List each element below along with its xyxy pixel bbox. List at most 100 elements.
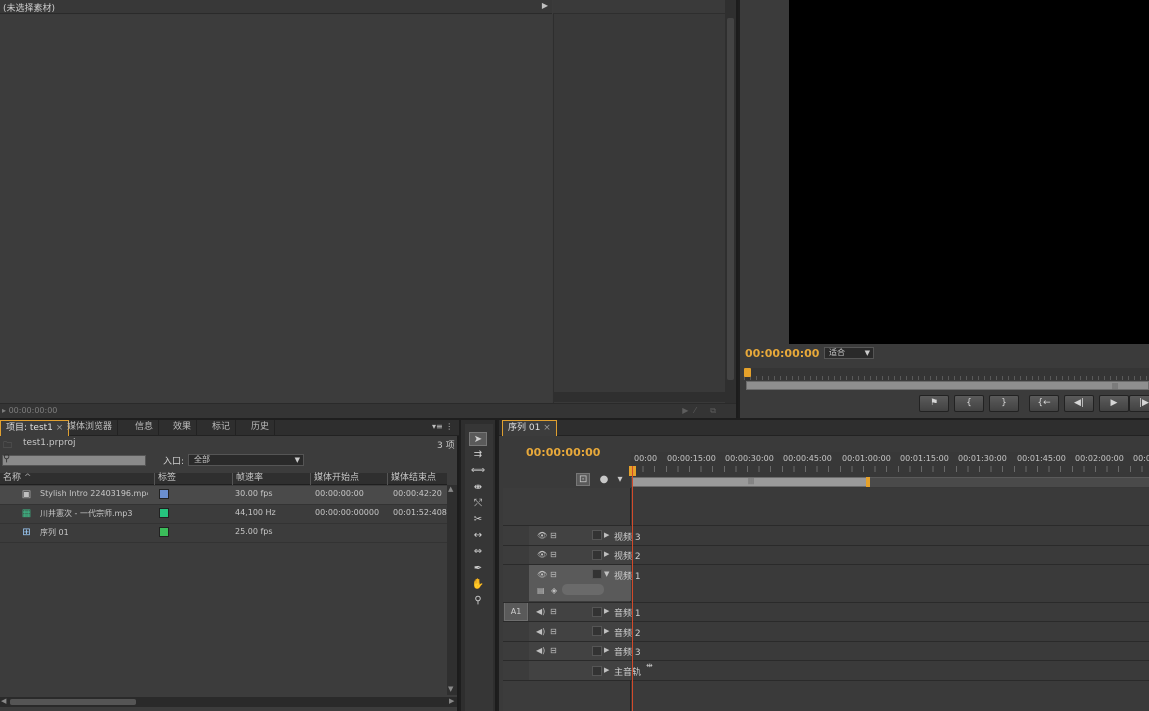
track-video-1[interactable]: 👁 ⊟ ▼ 视频 1 ▤ ◈ — [503, 564, 1149, 601]
film-icon[interactable]: ⊟ — [550, 531, 557, 540]
keyframe-toggle-icon[interactable]: ◈ — [551, 586, 557, 595]
selection-tool-icon[interactable]: ➤ — [469, 432, 487, 446]
project-vertical-scrollbar[interactable]: ▲ ▼ — [447, 485, 457, 695]
track-video-3[interactable]: 👁 ⊟ ▶ 视频 3 — [503, 525, 1149, 545]
label-swatch[interactable] — [159, 489, 169, 499]
tab-history[interactable]: 历史 — [246, 420, 276, 436]
ripple-edit-tool-icon[interactable]: ⟺ — [469, 464, 487, 478]
expand-icon[interactable]: ▶ — [604, 666, 609, 674]
search-input[interactable] — [2, 455, 146, 466]
speaker-icon[interactable]: ◀) — [536, 646, 545, 655]
tab-markers[interactable]: 标记 — [207, 420, 237, 436]
rate-stretch-tool-icon[interactable]: ⤲ — [469, 497, 487, 511]
scroll-thumb[interactable] — [727, 18, 734, 380]
track-audio-3[interactable]: ◀) ⊟ ▶ 音频 3 — [503, 641, 1149, 660]
tab-effects[interactable]: 效果 — [168, 420, 198, 436]
timeline-timecode[interactable]: 00:00:00:00 — [526, 446, 600, 459]
project-horizontal-scrollbar[interactable]: ◀ ▶ — [0, 697, 457, 707]
lock-toggle[interactable] — [592, 530, 602, 540]
program-ruler[interactable] — [744, 368, 1149, 380]
tab-info[interactable]: 信息 — [130, 420, 160, 436]
list-item[interactable]: ▦ 川井憲次 - 一代宗师.mp3 44,100 Hz 00:00:00:000… — [0, 505, 447, 524]
source-footer-icons[interactable]: ▶⁄ ⧉ — [682, 406, 722, 416]
track-video-2[interactable]: 👁 ⊟ ▶ 视频 2 — [503, 545, 1149, 564]
pen-tool-icon[interactable]: ✒ — [469, 562, 487, 576]
col-label[interactable]: 标签 — [154, 473, 232, 485]
zoom-tool-icon[interactable]: ⚲ — [469, 594, 487, 608]
program-playhead[interactable] — [744, 368, 751, 377]
mark-in-button[interactable]: { — [954, 395, 984, 412]
slide-tool-icon[interactable]: ⇔ — [469, 545, 487, 559]
rolling-edit-tool-icon[interactable]: ⇼ — [469, 481, 487, 495]
col-media-start[interactable]: 媒体开始点 — [310, 473, 387, 485]
mark-out-button[interactable]: } — [989, 395, 1019, 412]
scroll-left-icon[interactable]: ◀ — [1, 697, 6, 705]
keyframe-nav[interactable] — [562, 584, 604, 595]
work-area-bar[interactable]: ||| — [632, 477, 868, 487]
lock-toggle[interactable] — [592, 607, 602, 617]
go-to-in-button[interactable]: {← — [1029, 395, 1059, 412]
scroll-thumb[interactable] — [10, 699, 136, 705]
expand-icon[interactable]: ▶ — [604, 607, 609, 615]
expand-icon[interactable]: ▶ — [604, 550, 609, 558]
list-item[interactable]: ⊞ 序列 01 25.00 fps — [0, 524, 447, 543]
eye-icon[interactable]: 👁 — [537, 531, 547, 540]
slip-tool-icon[interactable]: ↔ — [469, 529, 487, 543]
source-horizontal-scrollbar[interactable] — [553, 392, 725, 402]
close-icon[interactable]: × — [543, 423, 551, 433]
label-swatch[interactable] — [159, 508, 169, 518]
scroll-up-icon[interactable]: ▲ — [448, 485, 453, 493]
display-style-icon[interactable]: ▤ — [537, 586, 545, 595]
razor-tool-icon[interactable]: ✂ — [469, 513, 487, 527]
program-zoom-bar[interactable]: ||| — [746, 381, 1149, 390]
eye-icon[interactable]: 👁 — [537, 570, 547, 579]
work-area-end-handle[interactable] — [866, 477, 870, 487]
inpoint-dropdown[interactable]: 全部 ▼ — [188, 454, 304, 466]
collapse-icon[interactable]: ▼ — [604, 570, 609, 578]
snap-icon[interactable]: ⊡ — [576, 473, 591, 486]
search-icon[interactable]: ⚲ — [3, 453, 10, 464]
step-back-button[interactable]: ◀| — [1064, 395, 1094, 412]
scroll-right-icon[interactable]: ▶ — [449, 697, 454, 705]
keyframe-icon[interactable]: ▾ — [618, 474, 623, 485]
expand-icon[interactable]: ▶ — [604, 646, 609, 654]
fit-dropdown[interactable]: 适合 ▼ — [824, 347, 874, 359]
track-master[interactable]: ▶ 主音轨 ⇹ — [503, 660, 1149, 681]
tab-media-browser[interactable]: 媒体浏览器 — [62, 420, 119, 436]
scroll-down-icon[interactable]: ▼ — [448, 685, 453, 693]
play-button[interactable]: ▶ — [1099, 395, 1129, 412]
eye-icon[interactable]: 👁 — [537, 550, 547, 559]
tab-sequence[interactable]: 序列 01 × — [502, 420, 557, 436]
program-timecode[interactable]: 00:00:00:00 — [745, 347, 819, 360]
tab-project[interactable]: 项目: test1 × — [0, 420, 70, 436]
col-name[interactable]: 名称 ^ — [0, 473, 154, 485]
add-marker-button[interactable]: ⚑ — [919, 395, 949, 412]
resize-handle-icon[interactable]: ⇹ — [646, 661, 653, 670]
lock-toggle[interactable] — [592, 550, 602, 560]
film-icon[interactable]: ⊟ — [550, 627, 557, 636]
list-item[interactable]: ▣ Stylish Intro 22403196.mp4 30.00 fps 0… — [0, 486, 447, 505]
label-swatch[interactable] — [159, 527, 169, 537]
panel-menu-icon[interactable]: ▾≡ ⋮ — [432, 422, 453, 431]
speaker-icon[interactable]: ◀) — [536, 607, 545, 616]
expand-icon[interactable]: ▶ — [604, 627, 609, 635]
lock-toggle[interactable] — [592, 666, 602, 676]
track-audio-2[interactable]: ◀) ⊟ ▶ 音频 2 — [503, 621, 1149, 641]
expand-icon[interactable]: ▶ — [604, 531, 609, 539]
film-icon[interactable]: ⊟ — [550, 550, 557, 559]
track-audio-1[interactable]: ◀) ⊟ ▶ 音频 1 — [503, 602, 1149, 621]
panel-expand-icon[interactable]: ▶ — [542, 1, 548, 10]
lock-toggle[interactable] — [592, 626, 602, 636]
film-icon[interactable]: ⊟ — [550, 570, 557, 579]
col-media-end[interactable]: 媒体结束点 — [387, 473, 447, 485]
timeline-playhead-line[interactable] — [632, 466, 633, 711]
film-icon[interactable]: ⊟ — [550, 646, 557, 655]
step-forward-button[interactable]: |▶ — [1129, 395, 1149, 412]
hand-tool-icon[interactable]: ✋ — [469, 578, 487, 592]
col-framerate[interactable]: 帧速率 — [232, 473, 310, 485]
marker-icon[interactable]: ● — [600, 474, 609, 485]
source-vertical-scrollbar[interactable] — [725, 0, 736, 403]
film-icon[interactable]: ⊟ — [550, 607, 557, 616]
speaker-icon[interactable]: ◀) — [536, 627, 545, 636]
track-select-tool-icon[interactable]: ⇉ — [469, 448, 487, 462]
